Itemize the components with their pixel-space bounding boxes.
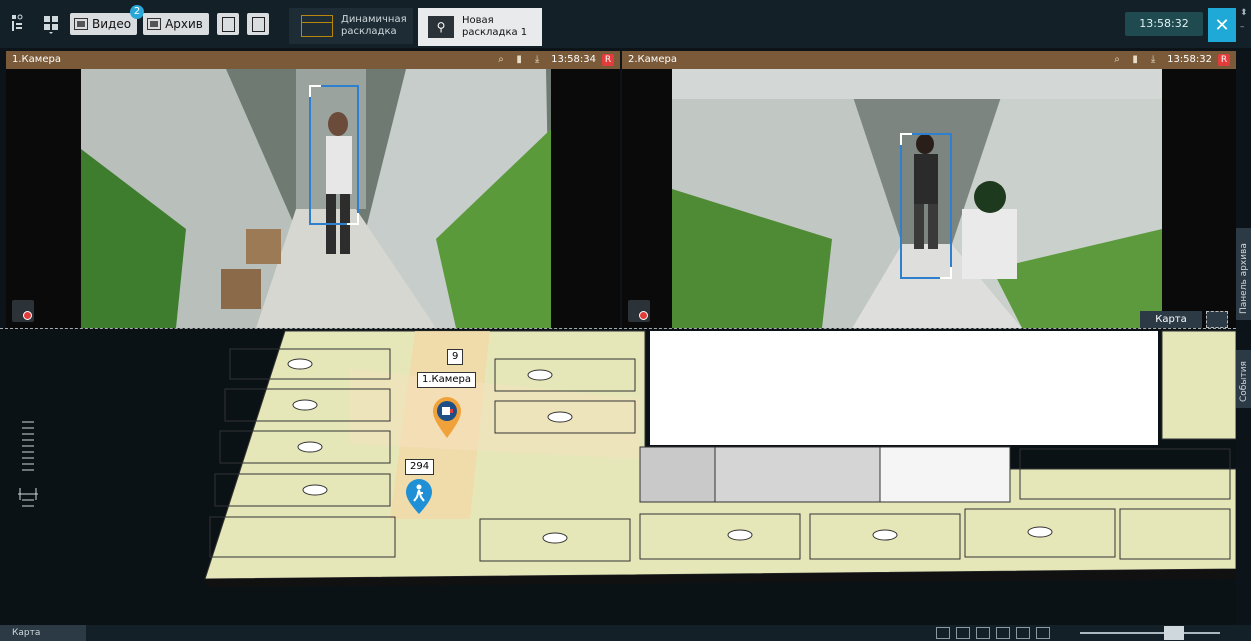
map-zoom-slider[interactable]: [18, 420, 38, 510]
search-icon[interactable]: ⌕: [1111, 54, 1123, 66]
menu-icon[interactable]: [6, 11, 32, 37]
window-icon[interactable]: [996, 627, 1010, 639]
archive-panel-tab[interactable]: Панель архива: [1236, 228, 1251, 320]
tab-dynamic-layout[interactable]: Динамичная раскладка: [289, 8, 413, 44]
search-archive-icon[interactable]: [216, 13, 239, 35]
bottom-zoom-slider[interactable]: [1080, 626, 1220, 640]
camera-video-feed: [6, 69, 620, 328]
video-icon: [74, 18, 88, 30]
camera-alarm-icon[interactable]: [628, 300, 650, 322]
person-marker-icon[interactable]: [404, 479, 434, 515]
report-icon[interactable]: [246, 13, 269, 35]
camera-title: 2.Камера: [628, 54, 677, 65]
edit-icon[interactable]: [1036, 627, 1050, 639]
pin-toggle-icon[interactable]: [1016, 627, 1030, 639]
layout-icon: [301, 15, 333, 37]
tab-dynamic-layout-label: Динамичная раскладка: [341, 14, 407, 37]
camera-header: 2.Камера ⌕ ▮ ⤓ 13:58:32 R: [622, 51, 1236, 69]
camera-tile-2[interactable]: 2.Камера ⌕ ▮ ⤓ 13:58:32 R: [622, 51, 1236, 328]
camera-time: 13:58:32: [1167, 54, 1212, 65]
video-mode-button[interactable]: Видео 2: [70, 5, 145, 35]
map-marker-label[interactable]: 294: [405, 459, 435, 475]
events-panel-tab[interactable]: События: [1236, 350, 1251, 408]
map-marker-label[interactable]: 9: [447, 349, 464, 365]
fullscreen-icon[interactable]: [1206, 311, 1228, 328]
top-toolbar: Видео 2 Архив Динамичная раскладка ⚲ Нов…: [0, 0, 1251, 48]
archive-icon: [147, 18, 162, 30]
window-pin-icon[interactable]: ⬍ –: [1240, 6, 1248, 34]
camera-header: 1.Камера ⌕ ▮ ⤓ 13:58:34 R: [6, 51, 620, 69]
video-count-badge: 2: [130, 5, 145, 19]
camera-marker-icon[interactable]: [432, 397, 462, 439]
recording-badge: R: [1218, 54, 1230, 66]
add-icon[interactable]: [976, 627, 990, 639]
camera-alarm-icon[interactable]: [12, 300, 34, 322]
detection-box: [900, 133, 952, 279]
bookmark-icon[interactable]: ▮: [513, 54, 525, 66]
search-icon[interactable]: ⌕: [495, 54, 507, 66]
detection-box: [309, 85, 359, 225]
pin-icon: ⚲: [428, 16, 454, 38]
archive-mode-label: Архив: [165, 17, 203, 31]
grid-icon[interactable]: [38, 11, 64, 37]
recording-badge: R: [602, 54, 614, 66]
camera-time: 13:58:34: [551, 54, 596, 65]
export-icon[interactable]: ⤓: [1147, 54, 1159, 66]
tab-new-layout-label: Новая раскладка 1: [462, 15, 528, 38]
bottom-bar: Карта: [0, 625, 1251, 641]
map-view-button[interactable]: Карта: [1140, 311, 1202, 328]
archive-mode-button[interactable]: Архив: [143, 13, 209, 35]
bottom-tab-map[interactable]: Карта: [0, 625, 86, 641]
camera-off-icon[interactable]: [936, 627, 950, 639]
floor-plan-map[interactable]: 9 1.Камера 294: [0, 328, 1236, 625]
bottom-toolbar-icons: [936, 627, 1056, 639]
camera-title: 1.Камера: [12, 54, 61, 65]
export-icon[interactable]: ⤓: [531, 54, 543, 66]
toolbar-left: Видео 2 Архив: [0, 5, 269, 42]
tab-new-layout[interactable]: ⚲ Новая раскладка 1: [418, 8, 542, 46]
map-marker-label[interactable]: 1.Камера: [417, 372, 476, 388]
video-mode-label: Видео: [92, 17, 132, 31]
system-clock: 13:58:32: [1125, 12, 1203, 36]
tools-icon[interactable]: ✕: [1208, 8, 1236, 42]
slider-knob[interactable]: [1164, 626, 1184, 640]
app-window: Видео 2 Архив Динамичная раскладка ⚲ Нов…: [0, 0, 1251, 641]
camera-video-feed: [622, 69, 1236, 328]
camera-tile-1[interactable]: 1.Камера ⌕ ▮ ⤓ 13:58:34 R: [6, 51, 620, 328]
layer-icon[interactable]: [956, 627, 970, 639]
bookmark-icon[interactable]: ▮: [1129, 54, 1141, 66]
